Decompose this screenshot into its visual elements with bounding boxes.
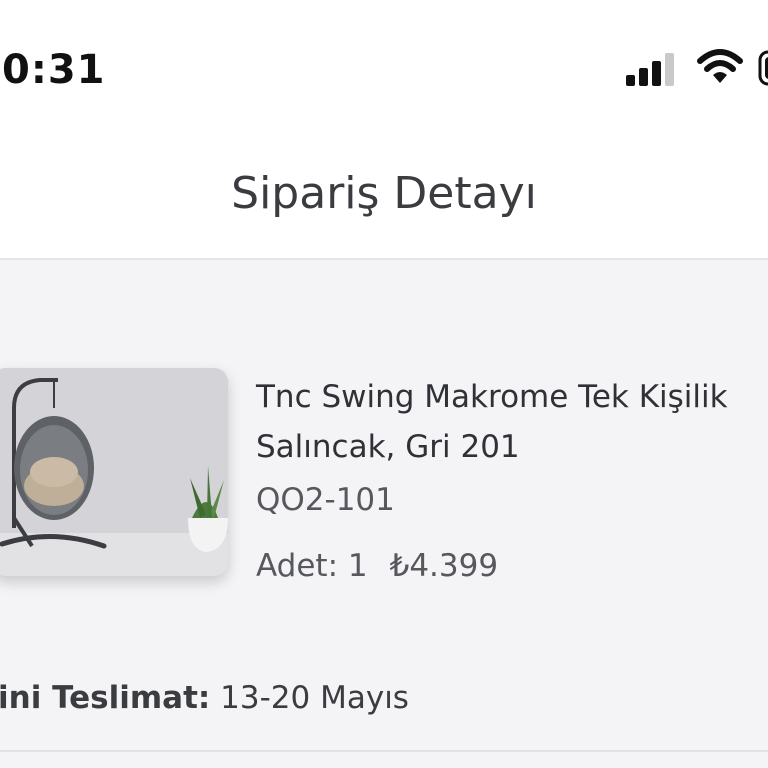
- product-name[interactable]: Tnc Swing Makrome Tek Kişilik Salıncak, …: [256, 372, 756, 472]
- delivery-label: ini Teslimat:: [0, 680, 211, 716]
- estimated-delivery: ini Teslimat: 13-20 Mayıs: [0, 674, 409, 722]
- signal-icon: [626, 53, 674, 86]
- product-quantity: Adet: 1: [256, 548, 368, 584]
- product-meta: Adet: 1 ₺4.399: [256, 542, 498, 590]
- product-sku: QO2-101: [256, 482, 395, 518]
- delivery-date: 13-20 Mayıs: [220, 680, 409, 716]
- wifi-icon: [697, 49, 743, 83]
- status-time: 0:31: [2, 47, 106, 93]
- nav-header: Sipariş Detayı: [0, 130, 768, 260]
- product-image[interactable]: [0, 368, 228, 576]
- divider: [0, 750, 768, 752]
- status-bar: 0:31: [0, 0, 768, 130]
- product-price: ₺4.399: [389, 548, 499, 584]
- order-detail-content: Tnc Swing Makrome Tek Kişilik Salıncak, …: [0, 260, 768, 768]
- hanging-egg-chair-photo: [0, 368, 228, 576]
- battery-icon: [758, 50, 768, 86]
- page-title: Sipariş Detayı: [231, 168, 537, 219]
